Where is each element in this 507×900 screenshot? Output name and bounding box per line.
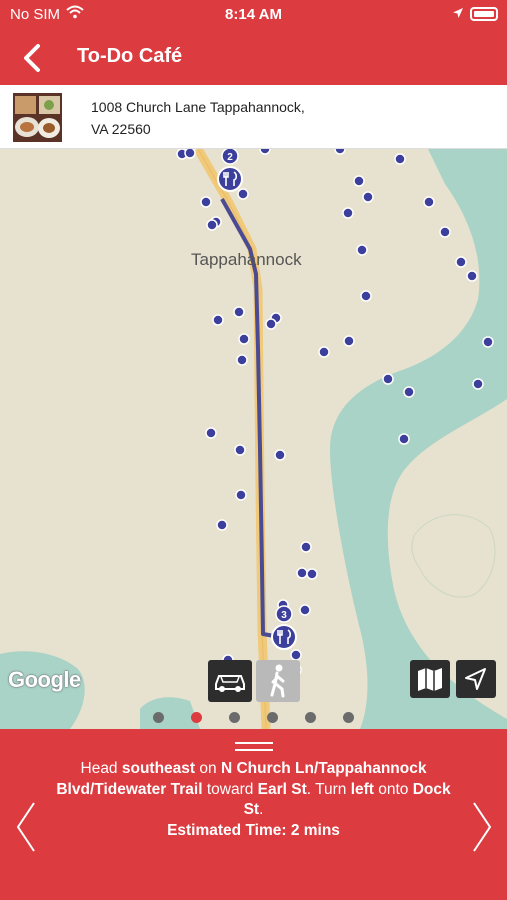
page-dot[interactable] (305, 712, 316, 723)
direction-instruction: Head southeast on N Church Ln/Tappahanno… (56, 760, 451, 839)
status-bar: No SIM 8:14 AM (0, 0, 507, 30)
page-dot[interactable] (153, 712, 164, 723)
page-dot-active[interactable] (191, 712, 202, 723)
address-line-1: 1008 Church Lane Tappahannock, (91, 99, 305, 115)
page-title: To-Do Café (77, 45, 183, 67)
walking-icon (270, 664, 285, 698)
map-icon (418, 668, 442, 691)
town-label: Tappahannock (191, 250, 302, 269)
marker-3-number: 3 (281, 610, 287, 621)
car-icon (215, 675, 245, 692)
page-dot[interactable] (267, 712, 278, 723)
marker-2-number: 2 (227, 152, 233, 163)
venue-thumbnail (13, 93, 62, 142)
map-type-button[interactable] (410, 660, 450, 698)
clock: 8:14 AM (225, 6, 282, 23)
back-button[interactable] (14, 40, 50, 76)
locate-button[interactable] (456, 660, 496, 698)
chevron-left-icon (16, 802, 35, 852)
map-canvas[interactable]: 2 3 (0, 149, 507, 729)
chevron-right-icon (473, 802, 492, 852)
drag-handle-icon[interactable] (235, 742, 273, 751)
map-view[interactable]: 2 3 Tappahannock Google (0, 149, 507, 729)
directions-panel: Head southeast on N Church Ln/Tappahanno… (0, 729, 507, 900)
venue-header: 1008 Church Lane Tappahannock, VA 22560 (0, 85, 507, 149)
next-step-button[interactable] (470, 801, 494, 853)
page-dot[interactable] (229, 712, 240, 723)
navigation-arrow-icon (465, 668, 486, 690)
navigation-bar: To-Do Café (0, 30, 507, 85)
google-attribution: Google (8, 667, 81, 692)
venue-address: 1008 Church Lane Tappahannock, VA 22560 (91, 96, 391, 140)
driving-mode-button[interactable] (208, 660, 252, 702)
chevron-left-icon (24, 44, 40, 72)
battery-icon (470, 7, 498, 21)
address-line-2: VA 22560 (91, 121, 151, 137)
location-arrow-icon (453, 8, 463, 18)
page-dot[interactable] (343, 712, 354, 723)
estimated-time: Estimated Time: 2 mins (167, 821, 340, 839)
step-pagination (0, 709, 507, 725)
previous-step-button[interactable] (14, 801, 38, 853)
walking-mode-button[interactable] (256, 660, 300, 702)
